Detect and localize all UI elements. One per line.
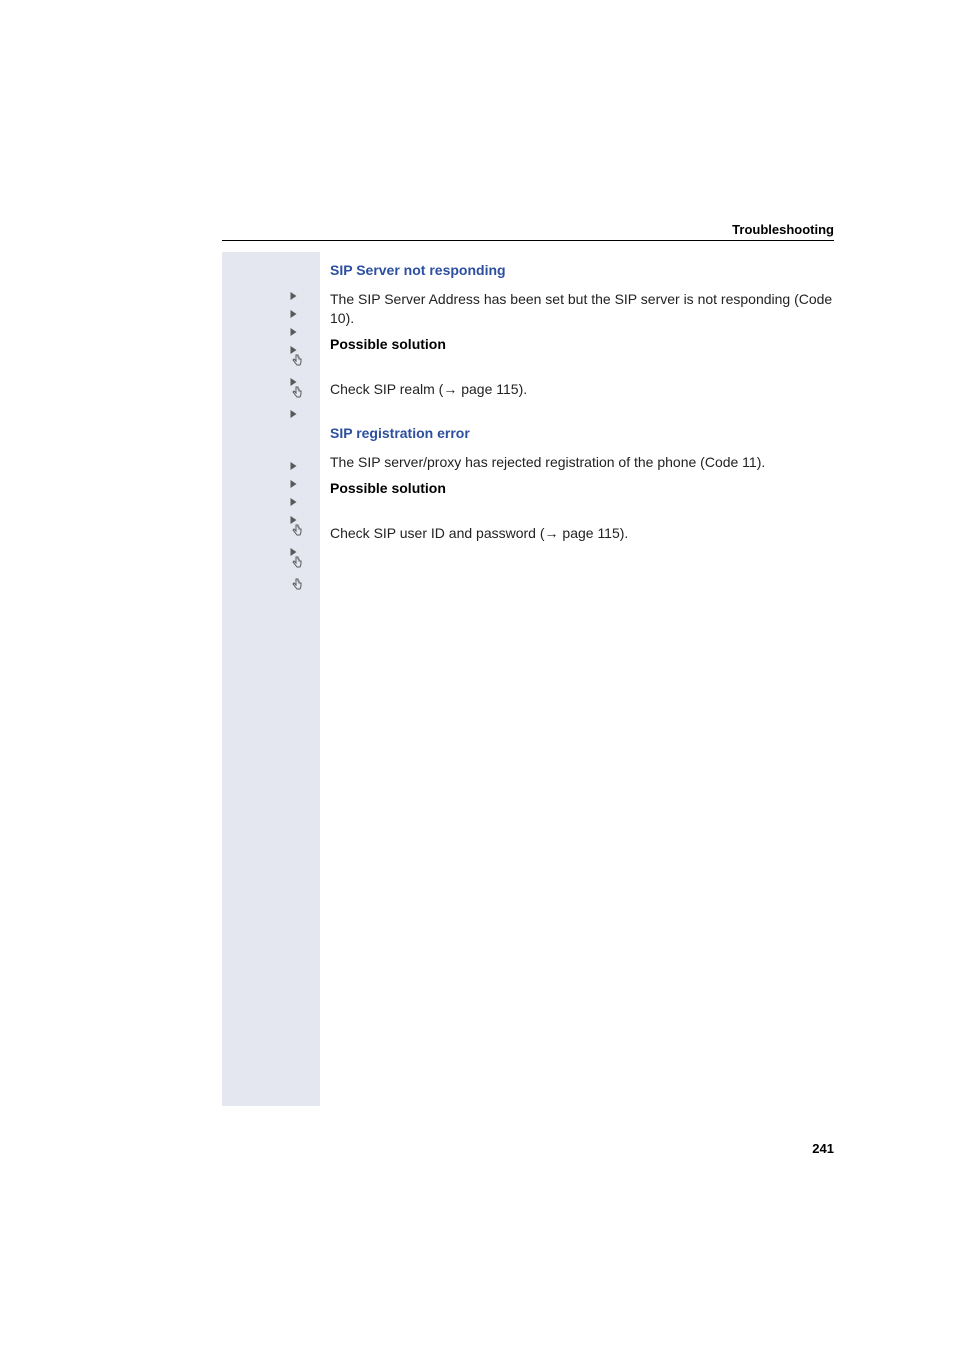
section-heading: SIP Server not responding xyxy=(330,262,834,278)
bullet-triangle-icon xyxy=(291,462,297,470)
combo-icon xyxy=(291,548,313,570)
arrow-icon: → xyxy=(545,525,559,541)
solution-prefix: Check SIP user ID and password ( xyxy=(330,525,545,541)
hand-pointer-icon xyxy=(291,354,303,368)
bullet-triangle-icon xyxy=(291,516,297,524)
solution-text: Check SIP user ID and password (→ page 1… xyxy=(330,524,834,543)
bullet-triangle-icon xyxy=(291,480,297,488)
bullet-triangle-icon xyxy=(291,346,297,354)
header-rule xyxy=(222,240,834,241)
page-reference: page 115). xyxy=(559,525,629,541)
hand-pointer-icon xyxy=(291,386,303,400)
bullet-triangle-icon xyxy=(291,378,297,386)
page-reference: page 115). xyxy=(457,381,527,397)
description-text: The SIP server/proxy has rejected regist… xyxy=(330,453,834,472)
hand-pointer-icon xyxy=(291,556,303,570)
bullet-triangle-icon xyxy=(291,328,297,336)
solution-label: Possible solution xyxy=(330,336,834,352)
solution-label: Possible solution xyxy=(330,480,834,496)
hand-pointer-icon xyxy=(291,524,303,538)
combo-icon xyxy=(291,516,313,538)
page-number: 241 xyxy=(812,1141,834,1156)
hand-pointer-icon xyxy=(291,578,303,592)
solution-text: Check SIP realm (→ page 115). xyxy=(330,380,834,399)
bullet-triangle-icon xyxy=(291,292,297,300)
main-content: SIP Server not responding The SIP Server… xyxy=(330,252,834,550)
combo-icon xyxy=(291,346,313,368)
arrow-icon: → xyxy=(443,381,457,397)
bullet-triangle-icon xyxy=(291,498,297,506)
solution-prefix: Check SIP realm ( xyxy=(330,381,443,397)
description-text: The SIP Server Address has been set but … xyxy=(330,290,834,328)
combo-icon xyxy=(291,378,313,400)
bullet-triangle-icon xyxy=(291,410,297,418)
bullet-triangle-icon xyxy=(291,310,297,318)
section-heading: SIP registration error xyxy=(330,425,834,441)
bullet-triangle-icon xyxy=(291,548,297,556)
margin-icon-column xyxy=(291,282,313,602)
page-header: Troubleshooting xyxy=(732,222,834,237)
